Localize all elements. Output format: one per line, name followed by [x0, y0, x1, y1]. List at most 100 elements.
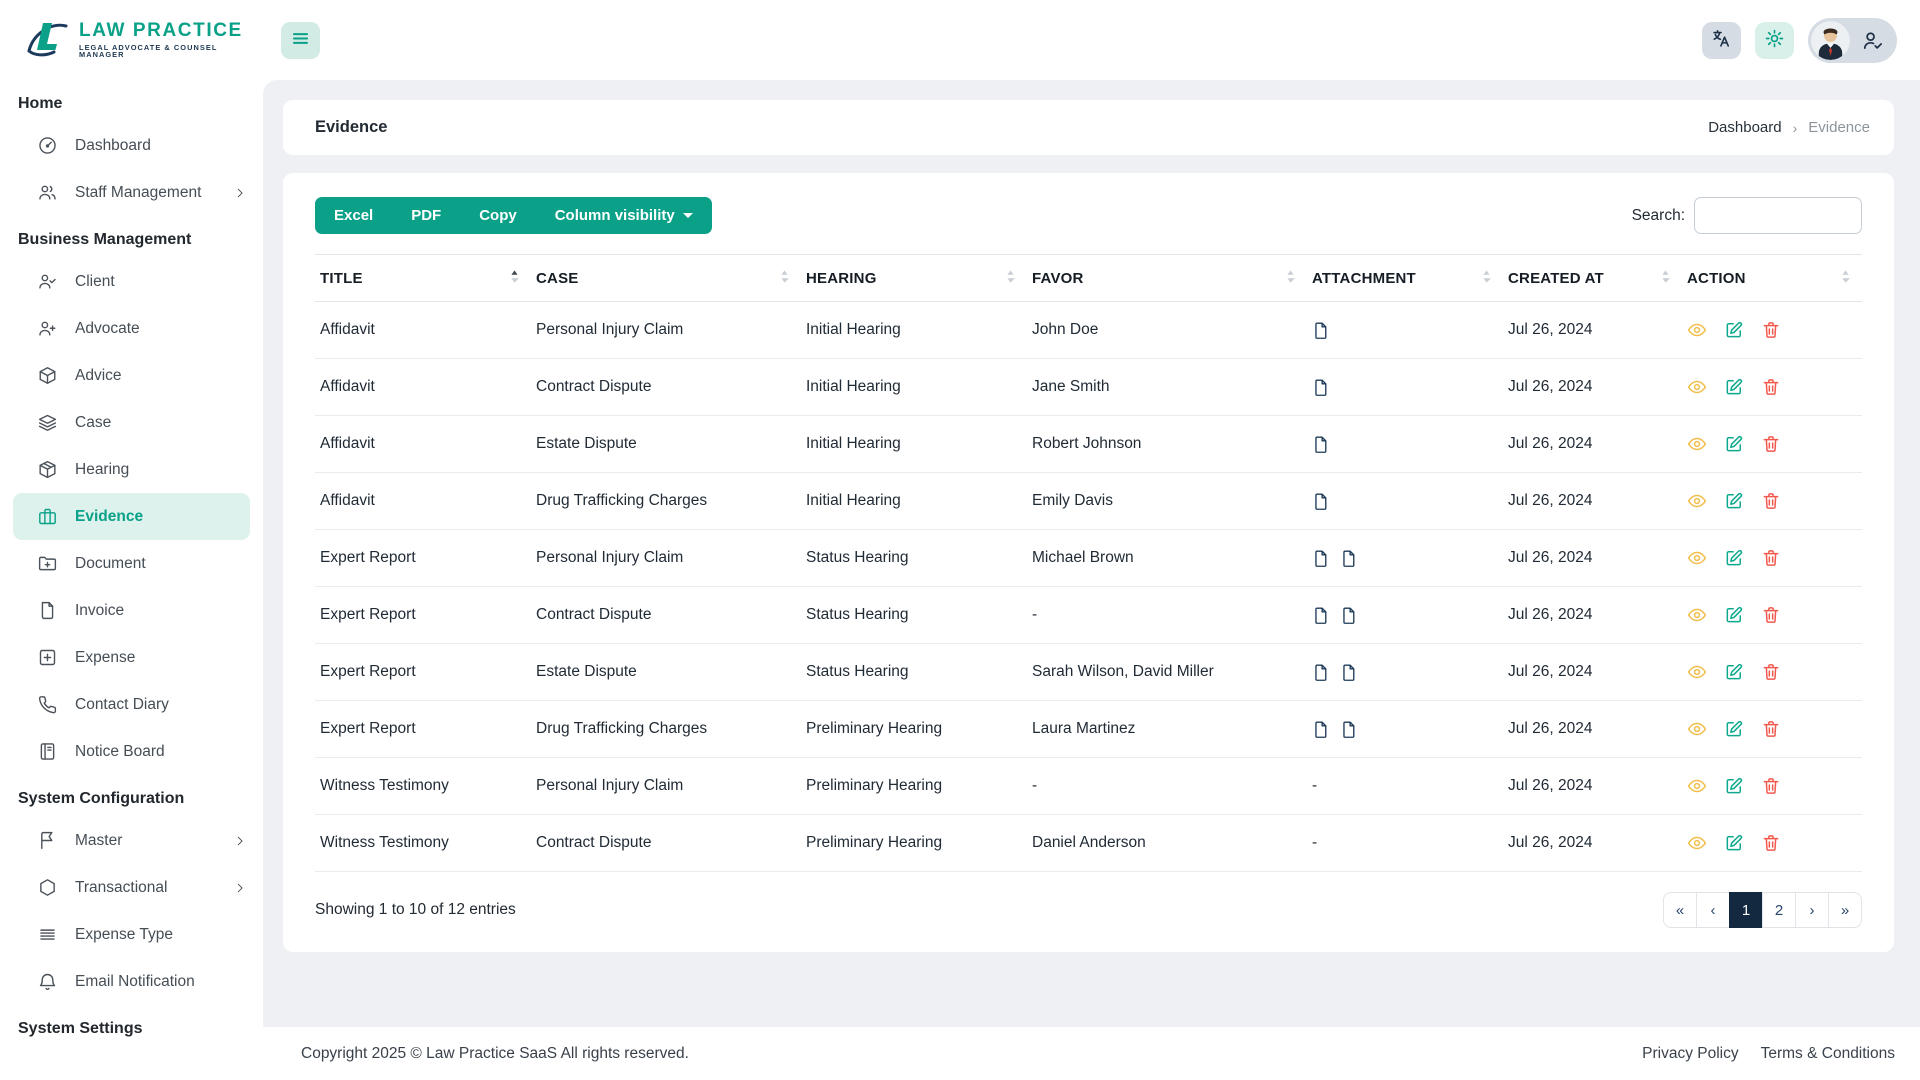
master-icon	[37, 830, 58, 851]
export-excel-button[interactable]: Excel	[315, 197, 392, 234]
delete-button[interactable]	[1761, 833, 1781, 853]
sidebar-item-hearing[interactable]: Hearing	[0, 446, 263, 493]
export-pdf-button[interactable]: PDF	[392, 197, 460, 234]
edit-button[interactable]	[1724, 434, 1744, 454]
delete-button[interactable]	[1761, 662, 1781, 682]
view-button[interactable]	[1687, 548, 1707, 568]
view-button[interactable]	[1687, 719, 1707, 739]
pagination-page-1-button[interactable]: 1	[1729, 892, 1763, 928]
view-button[interactable]	[1687, 662, 1707, 682]
cell-case: Drug Trafficking Charges	[531, 473, 801, 530]
delete-button[interactable]	[1761, 320, 1781, 340]
eye-icon	[1687, 377, 1707, 397]
table-header-row: TITLECASEHEARINGFAVORATTACHMENTCREATED A…	[315, 255, 1862, 302]
copyright-text: Copyright 2025 © Law Practice SaaS All r…	[301, 1045, 689, 1063]
cell-favor: Laura Martinez	[1027, 701, 1307, 758]
sidebar-item-advice[interactable]: Advice	[0, 352, 263, 399]
search-input[interactable]	[1694, 197, 1862, 234]
pagination-first-button[interactable]: «	[1663, 892, 1697, 928]
delete-button[interactable]	[1761, 377, 1781, 397]
edit-button[interactable]	[1724, 719, 1744, 739]
sidebar-item-case[interactable]: Case	[0, 399, 263, 446]
footer-link-privacy-policy[interactable]: Privacy Policy	[1642, 1045, 1738, 1063]
eye-icon	[1687, 605, 1707, 625]
sidebar-item-client[interactable]: Client	[0, 258, 263, 305]
table-row: AffidavitDrug Trafficking ChargesInitial…	[315, 473, 1862, 530]
evidence-table: TITLECASEHEARINGFAVORATTACHMENTCREATED A…	[315, 254, 1862, 872]
delete-button[interactable]	[1761, 605, 1781, 625]
edit-button[interactable]	[1724, 776, 1744, 796]
eye-icon	[1687, 776, 1707, 796]
sidebar-item-label: Email Notification	[75, 973, 195, 991]
edit-button[interactable]	[1724, 833, 1744, 853]
person-check-icon	[1861, 29, 1884, 52]
sidebar-item-notice-board[interactable]: Notice Board	[0, 728, 263, 775]
sidebar-item-transactional[interactable]: Transactional	[0, 864, 263, 911]
column-header-case[interactable]: CASE	[531, 255, 801, 302]
column-header-created-at[interactable]: CREATED AT	[1503, 255, 1682, 302]
delete-button[interactable]	[1761, 434, 1781, 454]
sidebar-item-expense[interactable]: Expense	[0, 634, 263, 681]
sidebar-item-contact-diary[interactable]: Contact Diary	[0, 681, 263, 728]
settings-button[interactable]	[1755, 22, 1794, 59]
cell-hearing: Initial Hearing	[801, 473, 1027, 530]
view-button[interactable]	[1687, 605, 1707, 625]
export-copy-button[interactable]: Copy	[460, 197, 536, 234]
cell-created-at: Jul 26, 2024	[1503, 644, 1682, 701]
trash-icon	[1761, 491, 1781, 511]
column-header-favor[interactable]: FAVOR	[1027, 255, 1307, 302]
cell-hearing: Preliminary Hearing	[801, 815, 1027, 872]
edit-button[interactable]	[1724, 605, 1744, 625]
delete-button[interactable]	[1761, 548, 1781, 568]
pagination-next-button[interactable]: ›	[1795, 892, 1829, 928]
sidebar-item-document[interactable]: Document	[0, 540, 263, 587]
chevron-right-icon	[233, 186, 247, 200]
sidebar-item-evidence[interactable]: Evidence	[13, 493, 250, 540]
edit-button[interactable]	[1724, 491, 1744, 511]
breadcrumb-item-dashboard[interactable]: Dashboard	[1708, 119, 1781, 136]
sidebar-item-dashboard[interactable]: Dashboard	[0, 122, 263, 169]
cell-created-at: Jul 26, 2024	[1503, 701, 1682, 758]
view-button[interactable]	[1687, 776, 1707, 796]
language-button[interactable]	[1702, 22, 1741, 59]
pagination-page-2-button[interactable]: 2	[1762, 892, 1796, 928]
column-visibility-button[interactable]: Column visibility	[536, 197, 712, 234]
profile-menu[interactable]	[1808, 18, 1897, 63]
edit-button[interactable]	[1724, 320, 1744, 340]
sidebar-item-email-notification[interactable]: Email Notification	[0, 958, 263, 1005]
view-button[interactable]	[1687, 833, 1707, 853]
cell-title: Expert Report	[315, 530, 531, 587]
cell-created-at: Jul 26, 2024	[1503, 587, 1682, 644]
pagination-prev-button[interactable]: ‹	[1696, 892, 1730, 928]
cell-case: Drug Trafficking Charges	[531, 701, 801, 758]
view-button[interactable]	[1687, 491, 1707, 511]
sidebar-item-invoice[interactable]: Invoice	[0, 587, 263, 634]
view-button[interactable]	[1687, 434, 1707, 454]
column-header-title[interactable]: TITLE	[315, 255, 531, 302]
delete-button[interactable]	[1761, 776, 1781, 796]
page-title: Evidence	[315, 118, 387, 137]
cell-created-at: Jul 26, 2024	[1503, 473, 1682, 530]
column-header-attachment[interactable]: ATTACHMENT	[1307, 255, 1503, 302]
delete-button[interactable]	[1761, 491, 1781, 511]
sidebar-item-master[interactable]: Master	[0, 817, 263, 864]
sidebar-item-advocate[interactable]: Advocate	[0, 305, 263, 352]
pagination-last-button[interactable]: »	[1828, 892, 1862, 928]
brand-name: LAW PRACTICE	[79, 21, 263, 41]
edit-button[interactable]	[1724, 377, 1744, 397]
edit-icon	[1724, 605, 1744, 625]
cell-attachment	[1307, 473, 1503, 530]
cell-created-at: Jul 26, 2024	[1503, 758, 1682, 815]
delete-button[interactable]	[1761, 719, 1781, 739]
view-button[interactable]	[1687, 377, 1707, 397]
sidebar-item-expense-type[interactable]: Expense Type	[0, 911, 263, 958]
column-header-hearing[interactable]: HEARING	[801, 255, 1027, 302]
brand-logo[interactable]: LAW PRACTICE LEGAL ADVOCATE & COUNSEL MA…	[0, 0, 263, 80]
edit-button[interactable]	[1724, 662, 1744, 682]
edit-button[interactable]	[1724, 548, 1744, 568]
sidebar-toggle-button[interactable]	[281, 22, 320, 59]
column-header-action[interactable]: ACTION	[1682, 255, 1862, 302]
footer-link-terms-conditions[interactable]: Terms & Conditions	[1761, 1045, 1895, 1063]
view-button[interactable]	[1687, 320, 1707, 340]
sidebar-item-staff-management[interactable]: Staff Management	[0, 169, 263, 216]
